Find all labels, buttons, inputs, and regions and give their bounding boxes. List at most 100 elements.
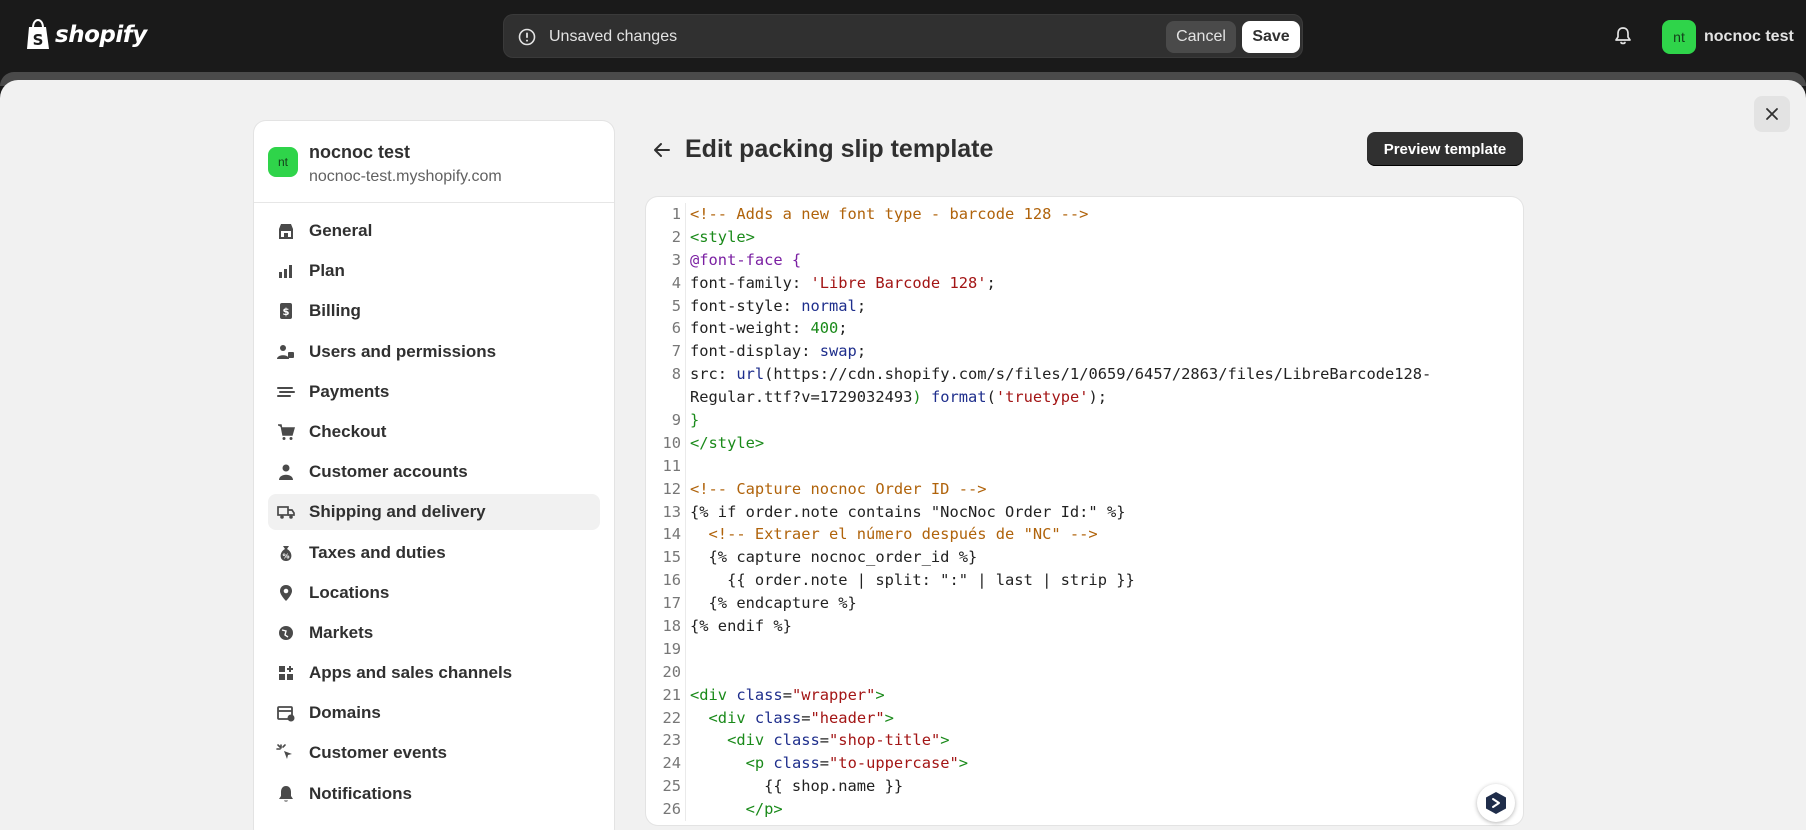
gutter-divider	[685, 706, 686, 730]
code-line: 12 <!-- Capture nocnoc Order ID -->	[646, 477, 1523, 501]
svg-text:S: S	[33, 31, 44, 49]
store-header[interactable]: nt nocnoc test nocnoc-test.myshopify.com	[254, 121, 614, 203]
code-token: class	[754, 708, 802, 727]
code-token: "wrapper"	[791, 685, 876, 704]
gutter-divider	[685, 752, 686, 776]
user-menu[interactable]: nt nocnoc test	[1662, 20, 1794, 54]
code-text: <!-- Capture nocnoc Order ID -->	[690, 478, 1523, 501]
sidebar-item-users-and-permissions[interactable]: Users and permissions	[268, 334, 600, 370]
code-token: ;	[838, 319, 848, 338]
sidebar-item-checkout[interactable]: Checkout	[268, 414, 600, 450]
code-token: <p	[690, 754, 774, 773]
settings-nav: General Plan $ Billing Users and permissions…	[268, 213, 600, 816]
users-icon	[276, 342, 296, 362]
close-icon	[1766, 108, 1778, 120]
sidebar-item-markets[interactable]: Markets	[268, 615, 600, 651]
shopify-logo[interactable]: S shopify	[25, 19, 147, 51]
line-number: 2	[671, 227, 681, 246]
code-line: 13 {% if order.note contains "NocNoc Orde…	[646, 500, 1523, 524]
sidebar-item-general[interactable]: General	[268, 213, 600, 249]
sidebar-item-plan[interactable]: Plan	[268, 253, 600, 289]
sidebar-item-taxes-and-duties[interactable]: % Taxes and duties	[268, 535, 600, 571]
cart-icon	[276, 422, 296, 442]
line-number: 19	[662, 639, 681, 658]
sidebar-item-locations[interactable]: Locations	[268, 575, 600, 611]
gutter-divider	[685, 386, 686, 410]
gutter-divider	[685, 409, 686, 432]
sidebar-item-notifications[interactable]: Notifications	[268, 776, 600, 812]
cursor-icon	[276, 743, 296, 763]
code-line: 10 </style>	[646, 431, 1523, 455]
sidebar-item-label: Customer events	[309, 743, 447, 763]
code-token: =	[819, 731, 830, 750]
line-number: 18	[662, 617, 681, 636]
billing-icon: $	[276, 301, 296, 321]
sidebar-item-apps-and-sales-channels[interactable]: Apps and sales channels	[268, 655, 600, 691]
code-token: font-display:	[690, 342, 820, 361]
code-token: {{ shop.name }}	[690, 777, 904, 796]
settings-sidebar: nt nocnoc test nocnoc-test.myshopify.com…	[254, 121, 614, 830]
assistant-button[interactable]	[1477, 784, 1515, 822]
back-arrow-icon[interactable]	[650, 138, 674, 162]
store-domain: nocnoc-test.myshopify.com	[309, 168, 502, 185]
cancel-button[interactable]: Cancel	[1166, 21, 1236, 53]
code-line: 4 font-family: 'Libre Barcode 128';	[646, 271, 1523, 295]
code-token: =	[801, 708, 811, 727]
code-line: 6 font-weight: 400;	[646, 317, 1523, 341]
code-token: 'Libre Barcode 128'	[810, 273, 987, 292]
code-token: {% capture nocnoc_order_id %}	[690, 548, 978, 567]
sidebar-item-billing[interactable]: $ Billing	[268, 293, 600, 329]
code-token: </p>	[690, 800, 783, 819]
sidebar-item-shipping-and-delivery[interactable]: Shipping and delivery	[268, 494, 600, 531]
code-line: 9}	[646, 409, 1523, 432]
gutter-divider	[685, 340, 686, 364]
gutter-divider	[685, 637, 686, 661]
code-token: </style>	[690, 433, 765, 452]
shopify-bag-icon: S	[27, 19, 49, 49]
gutter-divider	[685, 225, 686, 249]
line-number: 15	[662, 548, 681, 567]
sidebar-item-label: Users and permissions	[309, 341, 497, 361]
code-text: {% capture nocnoc_order_id %}	[690, 546, 1523, 569]
code-token: Regular.ttf?v=1729032493	[690, 388, 913, 407]
code-line: 21 <div class="wrapper">	[646, 683, 1523, 707]
line-number: 22	[662, 708, 681, 727]
store-avatar: nt	[268, 147, 298, 177]
code-line: Regular.ttf?v=1729032493) format('truety…	[646, 386, 1523, 410]
globe-icon	[276, 623, 296, 643]
line-number: 8	[671, 365, 681, 384]
notifications-bell-icon[interactable]	[1612, 25, 1634, 47]
close-button[interactable]	[1754, 96, 1790, 132]
preview-template-button[interactable]: Preview template	[1367, 132, 1523, 166]
code-token: class	[773, 754, 820, 773]
save-button[interactable]: Save	[1242, 21, 1300, 53]
sidebar-item-payments[interactable]: Payments	[268, 374, 600, 410]
gutter-divider	[685, 683, 686, 707]
gutter-divider	[685, 569, 686, 593]
code-token: @font-face {	[690, 250, 802, 269]
code-line: 20	[646, 660, 1523, 684]
code-line: 3 @font-face {	[646, 248, 1523, 272]
code-token: font-style:	[690, 296, 802, 315]
gutter-divider	[685, 546, 686, 570]
code-token: "to-uppercase"	[829, 754, 959, 773]
code-token: class	[773, 731, 820, 750]
sidebar-item-customer-accounts[interactable]: Customer accounts	[268, 454, 600, 490]
sidebar-item-label: Customer accounts	[309, 462, 468, 482]
code-token: "header"	[810, 708, 885, 727]
code-text: <div class="shop-title">	[690, 729, 1523, 752]
sidebar-item-domains[interactable]: Domains	[268, 695, 600, 731]
sidebar-item-customer-events[interactable]: Customer events	[268, 735, 600, 771]
gutter-divider	[685, 615, 686, 638]
code-token: >	[884, 708, 894, 727]
svg-text:$: $	[283, 307, 290, 318]
code-line: 7 font-display: swap;	[646, 340, 1523, 364]
line-number: 4	[671, 273, 681, 292]
code-editor[interactable]: 1 <!-- Adds a new font type - barcode 128…	[646, 197, 1523, 825]
code-token: );	[1088, 388, 1108, 407]
gutter-divider	[685, 729, 686, 753]
alert-circle-icon	[518, 28, 536, 46]
